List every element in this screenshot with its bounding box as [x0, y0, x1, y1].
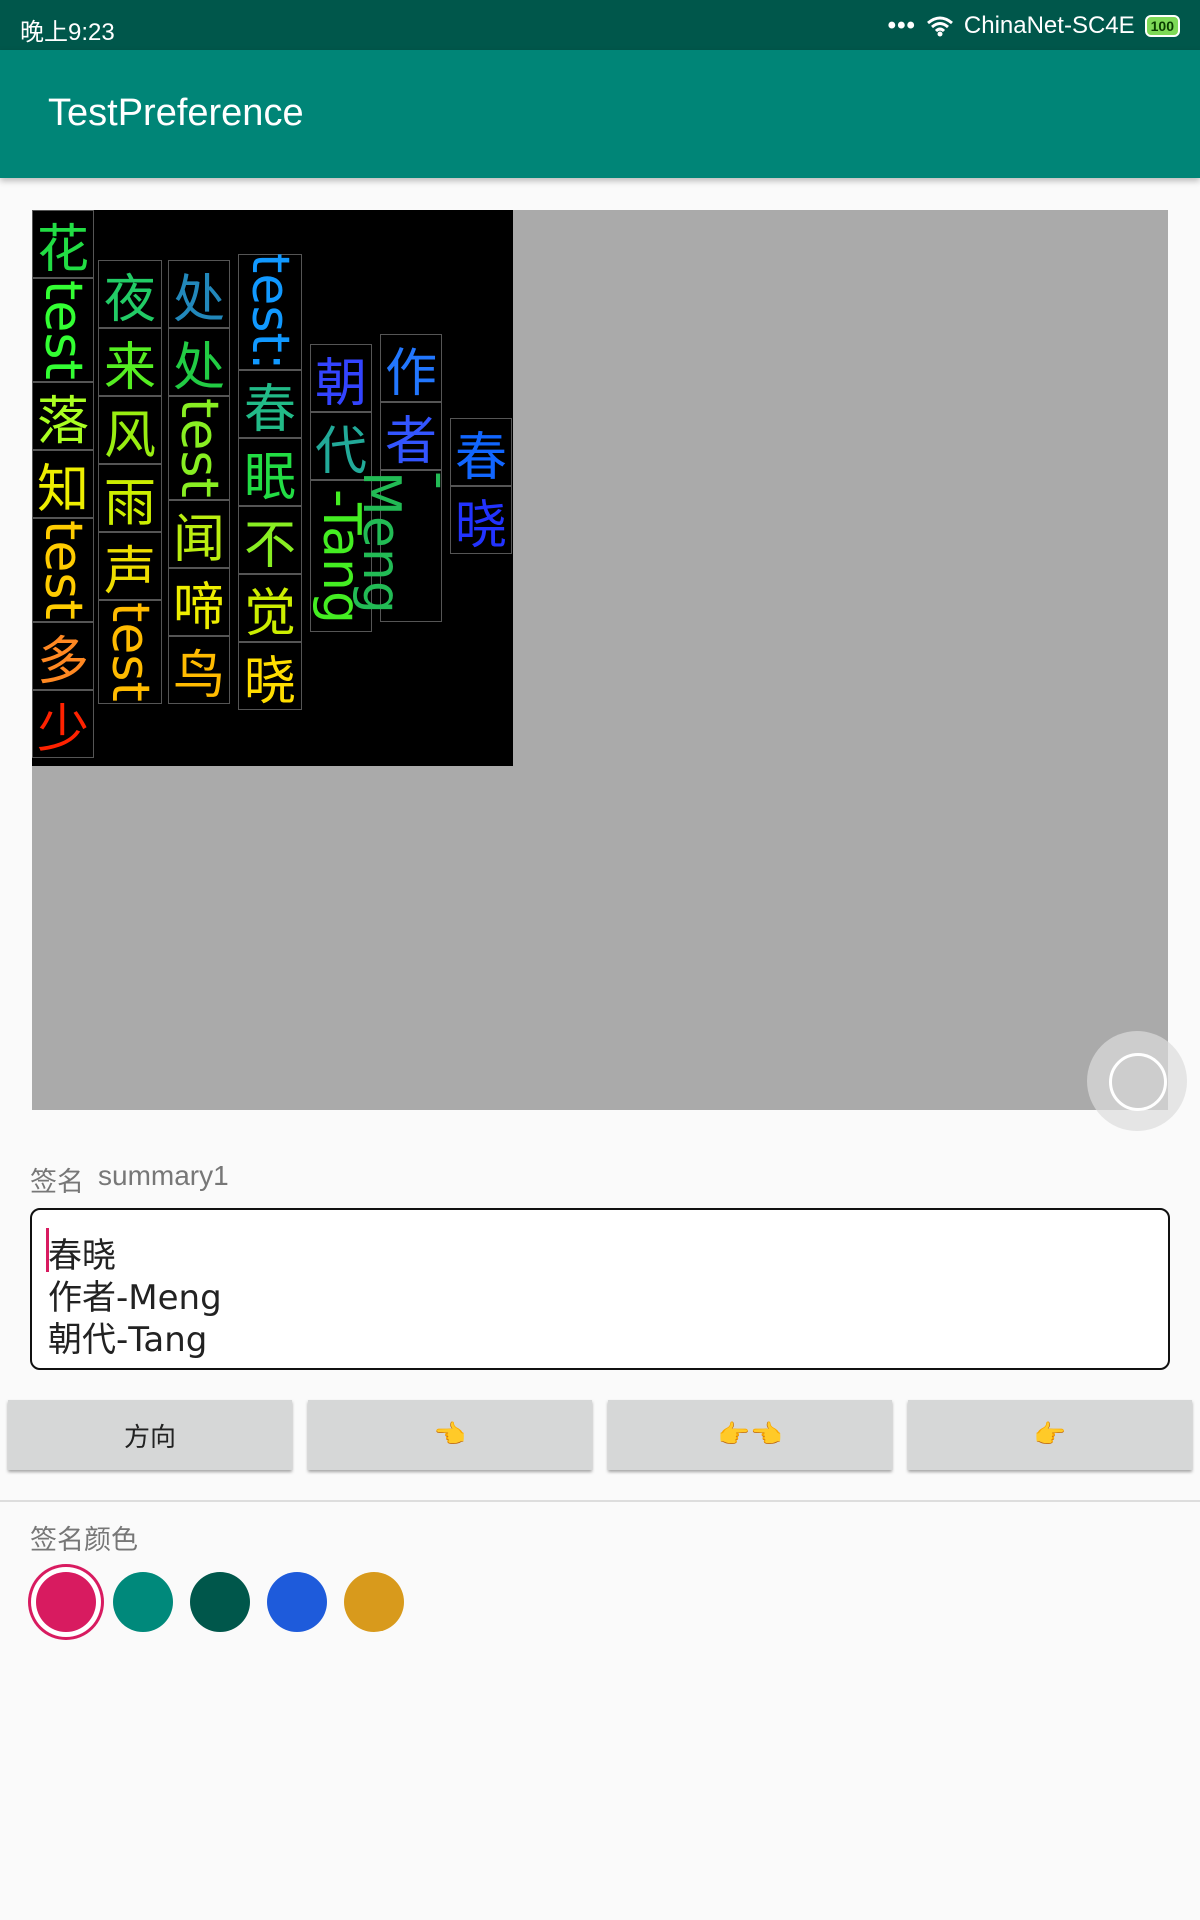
- color-swatch-pink[interactable]: [36, 1572, 96, 1632]
- status-bar: 晚上9:23 ••• ChinaNet-SC4E 100: [0, 0, 1200, 50]
- notification-dots-icon: •••: [887, 12, 916, 39]
- preview-glyph: 处: [168, 328, 230, 398]
- preview-glyph: 者: [380, 402, 442, 472]
- preview-glyph: 处: [168, 260, 230, 330]
- signature-line: 朝代-Tang: [48, 1320, 208, 1360]
- status-right: ••• ChinaNet-SC4E 100: [888, 12, 1180, 40]
- status-time: 晚上9:23: [20, 19, 115, 46]
- network-name: ChinaNet-SC4E: [963, 12, 1135, 39]
- preview-glyph: 少: [32, 690, 94, 760]
- signature-canvas[interactable]: 花 test 落知 test 多少夜来风雨声 test 处处 test 闻啼鸟 test: 春眠不觉…: [32, 210, 1168, 1110]
- circle-icon: [1109, 1053, 1167, 1111]
- preview-glyph: 花: [32, 210, 94, 280]
- preview-glyph: 不: [238, 506, 302, 576]
- preview-glyph: test: [168, 396, 230, 500]
- point-left-button[interactable]: 👈: [308, 1400, 592, 1470]
- signature-label: 签名: [30, 1167, 84, 1198]
- signature-preview: 花 test 落知 test 多少夜来风雨声 test 处处 test 闻啼鸟 test: 春眠不觉…: [32, 210, 513, 766]
- preview-glyph: 代: [310, 412, 372, 482]
- preview-glyph: 春: [238, 370, 302, 440]
- signature-summary: summary1: [98, 1160, 229, 1191]
- preview-glyph: 夜: [98, 260, 162, 330]
- preview-glyph: 晓: [238, 642, 302, 712]
- preview-glyph: test: [32, 518, 94, 622]
- preview-glyph: 闻: [168, 500, 230, 570]
- color-swatch-blue[interactable]: [267, 1572, 327, 1632]
- signature-color-label: 签名颜色: [30, 1525, 138, 1556]
- direction-button[interactable]: 方向: [8, 1400, 292, 1470]
- preview-glyph: test:: [238, 253, 302, 371]
- app-bar: TestPreference: [0, 50, 1200, 178]
- point-both-button[interactable]: 👉👈: [608, 1400, 892, 1470]
- preview-glyph: 声: [98, 532, 162, 602]
- color-swatch-teal[interactable]: [113, 1572, 173, 1632]
- preview-glyph: 来: [98, 328, 162, 398]
- preview-glyph: 雨: [98, 464, 162, 534]
- preview-glyph: 鸟: [168, 636, 230, 706]
- preview-glyph: 作: [380, 334, 442, 404]
- preview-glyph: -Meng: [351, 470, 471, 622]
- preview-glyph: 落: [32, 382, 94, 452]
- app-title: TestPreference: [48, 92, 304, 134]
- preview-glyph: 朝: [310, 344, 372, 414]
- preview-glyph: 风: [98, 396, 162, 466]
- preview-glyph: 晓: [450, 486, 512, 556]
- preview-glyph: 觉: [238, 574, 302, 644]
- color-swatch-dark-teal[interactable]: [190, 1572, 250, 1632]
- preview-glyph: test: [32, 278, 94, 382]
- preview-glyph: 多: [32, 622, 94, 692]
- divider: [0, 1500, 1200, 1502]
- point-right-button[interactable]: 👉: [908, 1400, 1192, 1470]
- color-swatch-amber[interactable]: [344, 1572, 404, 1632]
- wifi-icon: [926, 15, 954, 37]
- preview-glyph: 啼: [168, 568, 230, 638]
- preview-glyph: 春: [450, 418, 512, 488]
- preview-glyph: 眠: [238, 438, 302, 508]
- battery-icon: 100: [1144, 15, 1180, 37]
- fab-button[interactable]: [1087, 1031, 1187, 1131]
- signature-input[interactable]: 春晓 作者-Meng 朝代-Tang: [30, 1208, 1170, 1370]
- preview-glyph: test: [98, 600, 162, 704]
- preview-glyph: 知: [32, 450, 94, 520]
